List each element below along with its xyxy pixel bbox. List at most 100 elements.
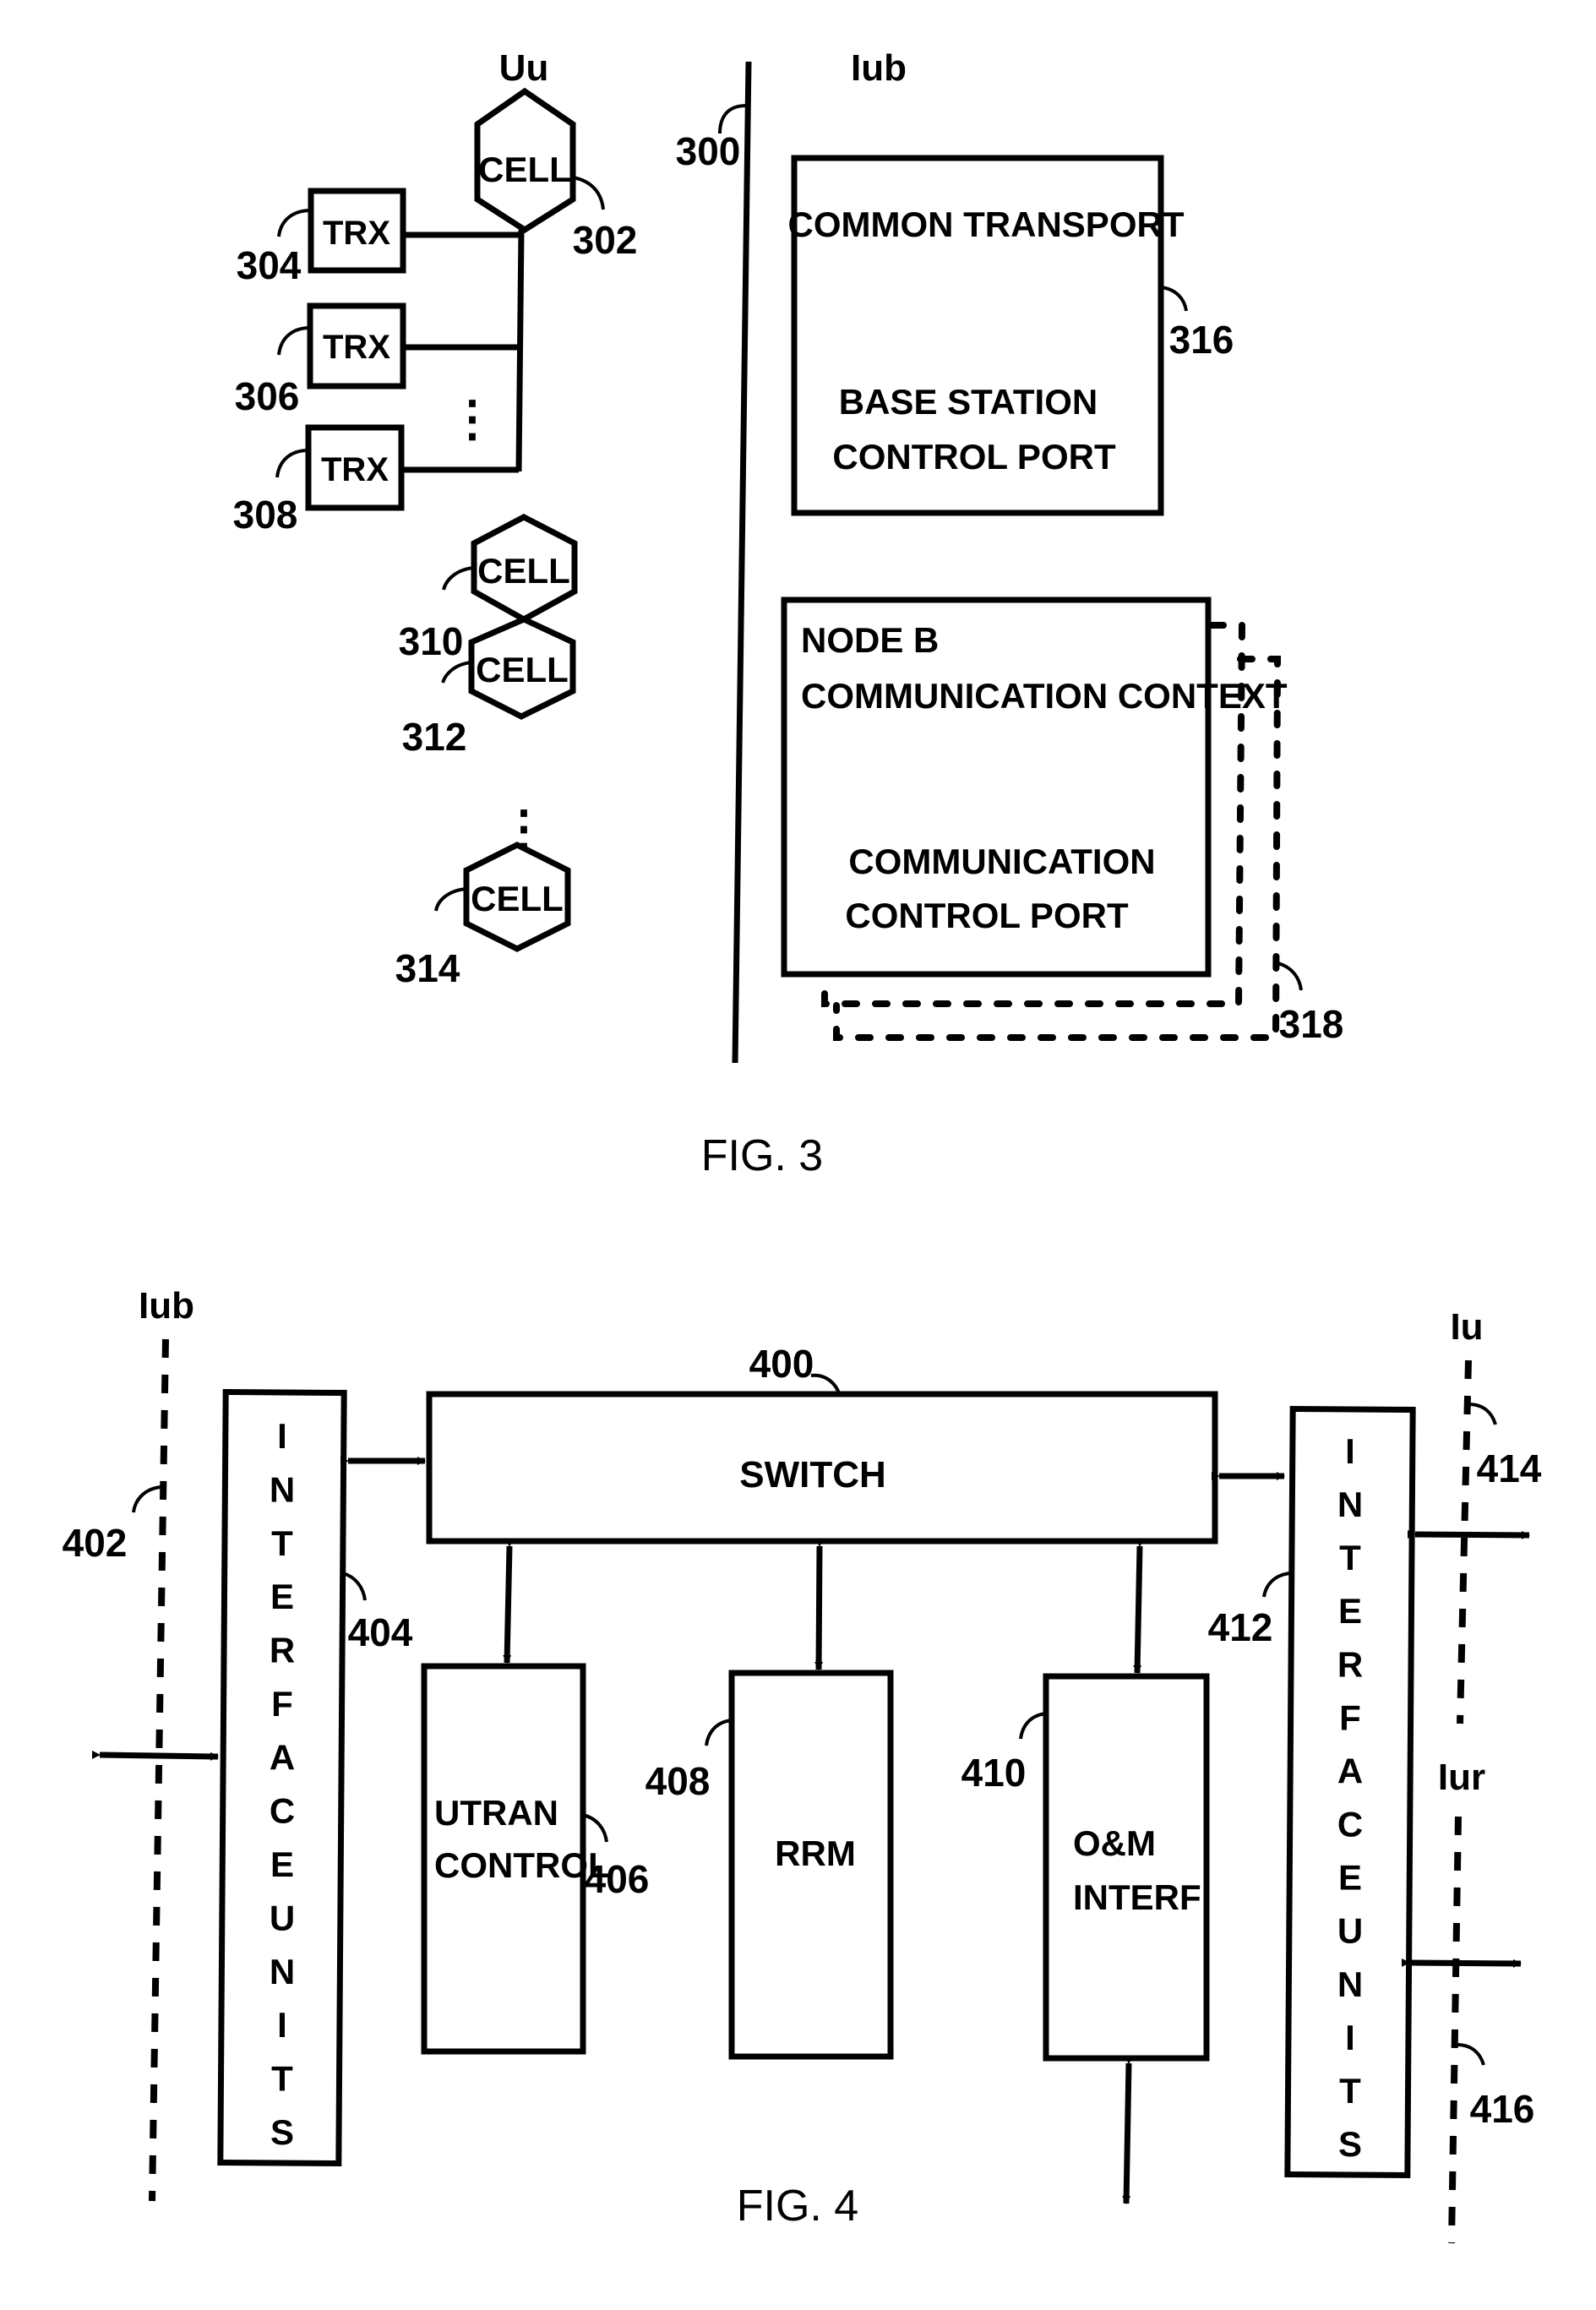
leader-408 bbox=[705, 1719, 733, 1746]
ref-306: 306 bbox=[235, 374, 300, 418]
common-transport-label: COMMON TRANSPORT bbox=[788, 204, 1185, 244]
leader-402 bbox=[132, 1485, 161, 1513]
leader-404 bbox=[342, 1572, 367, 1601]
interface-label-iur: Iur bbox=[1438, 1757, 1485, 1798]
leader-314 bbox=[434, 887, 467, 912]
trx-ellipsis: ⋮ bbox=[448, 391, 497, 446]
interface-units-letter: R bbox=[270, 1631, 295, 1670]
switch-label: SWITCH bbox=[739, 1454, 886, 1496]
cell-310-label: CELL bbox=[477, 551, 570, 591]
ref-316: 316 bbox=[1169, 318, 1234, 362]
figure-3: Uu Iub 300 CELL 302 ⋮ TRX 304 TRX 306 TR… bbox=[233, 47, 1344, 1180]
interface-units-letter: N bbox=[270, 1952, 295, 1991]
control-port-label: CONTROL PORT bbox=[832, 437, 1116, 477]
interface-units-letter: N bbox=[270, 1469, 295, 1509]
interface-units-letter: I bbox=[277, 1416, 287, 1456]
utran-label: UTRAN bbox=[434, 1793, 558, 1833]
interface-units-letter: T bbox=[1339, 1538, 1361, 1577]
communication-context-label: COMMUNICATION CONTEXT bbox=[801, 676, 1288, 716]
ref-404: 404 bbox=[348, 1610, 413, 1654]
leader-308 bbox=[275, 449, 309, 478]
switch-rrm-arrow bbox=[814, 1538, 825, 1670]
interface-units-letter: T bbox=[1339, 2071, 1361, 2111]
om-label: O&M bbox=[1073, 1823, 1156, 1863]
trx-306-label: TRX bbox=[323, 329, 390, 366]
interface-units-letter: F bbox=[271, 1684, 293, 1724]
figure-3-caption: FIG. 3 bbox=[701, 1131, 823, 1180]
interface-units-letter: C bbox=[1337, 1805, 1363, 1844]
interface-label-iu: Iu bbox=[1450, 1306, 1483, 1348]
iub-dashed-boundary bbox=[149, 1338, 169, 2202]
interface-units-letter: A bbox=[1337, 1751, 1363, 1790]
cell-312-label: CELL bbox=[476, 650, 569, 689]
iub-boundary-line bbox=[732, 61, 752, 1064]
om-external-arrow bbox=[1122, 2055, 1134, 2204]
interface-label-iub: Iub bbox=[851, 47, 907, 89]
interface-units-letter: I bbox=[1345, 2018, 1355, 2057]
iu-external-arrow bbox=[1407, 1529, 1530, 1539]
interface-units-letter: F bbox=[1339, 1697, 1361, 1737]
base-station-label: BASE STATION bbox=[839, 382, 1098, 422]
leader-412 bbox=[1262, 1572, 1291, 1598]
leader-304 bbox=[277, 209, 312, 237]
ref-308: 308 bbox=[233, 493, 298, 537]
interface-units-letter: T bbox=[271, 2059, 293, 2099]
interface-label-uu: Uu bbox=[499, 47, 549, 89]
interface-units-letter: U bbox=[270, 1898, 295, 1937]
iur-dashed-boundary bbox=[1448, 1816, 1462, 2244]
interface-units-letter: E bbox=[270, 1844, 294, 1884]
ref-400: 400 bbox=[749, 1342, 814, 1386]
interface-units-letter: C bbox=[270, 1791, 295, 1831]
ref-314: 314 bbox=[395, 946, 460, 990]
leader-416 bbox=[1456, 2043, 1485, 2066]
cell-302-label: CELL bbox=[478, 150, 571, 189]
ref-416: 416 bbox=[1470, 2087, 1535, 2131]
leader-318 bbox=[1277, 962, 1303, 991]
interface-units-letter: N bbox=[1337, 1964, 1363, 2004]
ref-408: 408 bbox=[645, 1759, 711, 1803]
ref-310: 310 bbox=[399, 619, 464, 663]
ref-402: 402 bbox=[63, 1521, 128, 1565]
cell-314-label: CELL bbox=[471, 879, 564, 918]
figure-4-caption: FIG. 4 bbox=[737, 2182, 858, 2231]
trx-304-label: TRX bbox=[323, 215, 390, 252]
leader-312 bbox=[441, 661, 472, 684]
iu-dashed-boundary bbox=[1457, 1359, 1472, 1724]
figure-4: Iub 402 INTERFACEUNITS 404 SWITCH 400 UT… bbox=[63, 1285, 1542, 2244]
leader-306 bbox=[277, 326, 311, 356]
interface-units-letter: I bbox=[277, 2005, 287, 2045]
interface-units-letter: S bbox=[1338, 2124, 1362, 2164]
leader-316 bbox=[1160, 286, 1188, 312]
control-label: CONTROL bbox=[434, 1845, 610, 1885]
node-b-label: NODE B bbox=[801, 620, 939, 660]
interface-units-letter: U bbox=[1337, 1911, 1363, 1951]
trx-308-label: TRX bbox=[321, 451, 389, 488]
ref-300: 300 bbox=[676, 129, 741, 173]
patent-drawing: Uu Iub 300 CELL 302 ⋮ TRX 304 TRX 306 TR… bbox=[63, 47, 1542, 2244]
ref-414: 414 bbox=[1477, 1446, 1542, 1490]
interface-units-letter: R bbox=[1337, 1644, 1363, 1684]
leader-410 bbox=[1019, 1712, 1047, 1740]
cell-bus-vertical bbox=[515, 229, 525, 472]
switch-om-arrow bbox=[1133, 1538, 1145, 1674]
om-interf-box bbox=[1043, 1673, 1210, 2062]
iub-external-arrow bbox=[91, 1750, 219, 1761]
interface-units-letter: A bbox=[270, 1737, 295, 1777]
communication-control-port-label: CONTROL PORT bbox=[845, 896, 1129, 935]
interface-units-letter: E bbox=[1338, 1858, 1362, 1898]
interface-units-letter: T bbox=[271, 1523, 293, 1563]
interface-units-letter: E bbox=[270, 1577, 294, 1616]
interface-label-iub-fig4: Iub bbox=[139, 1285, 194, 1327]
rrm-label: RRM bbox=[775, 1833, 856, 1873]
ref-318: 318 bbox=[1279, 1002, 1344, 1046]
communication-label: COMMUNICATION bbox=[848, 842, 1155, 881]
iur-external-arrow bbox=[1401, 1958, 1522, 1968]
interf-label: INTERF bbox=[1073, 1877, 1201, 1917]
leader-406 bbox=[582, 1813, 608, 1843]
switch-utran-arrow bbox=[503, 1538, 515, 1664]
ref-304: 304 bbox=[237, 243, 302, 287]
ref-302: 302 bbox=[573, 218, 638, 262]
ref-410: 410 bbox=[961, 1751, 1027, 1795]
interface-units-letter: I bbox=[1345, 1431, 1355, 1471]
interface-units-letter: N bbox=[1337, 1485, 1363, 1524]
